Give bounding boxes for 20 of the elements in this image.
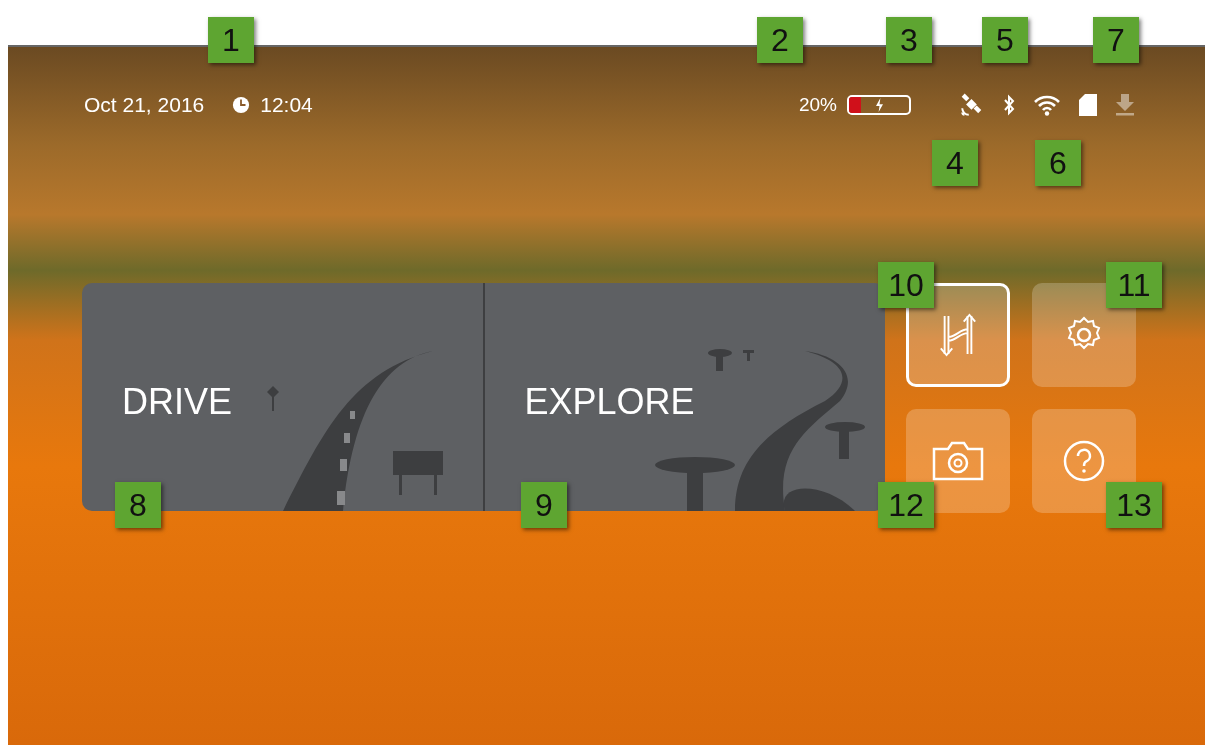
callout-number: 9 [521, 482, 567, 528]
callout-number: 8 [115, 482, 161, 528]
time-text: 12:04 [260, 93, 313, 117]
callout-number: 13 [1106, 482, 1162, 528]
callout-number: 6 [1035, 140, 1081, 186]
callout-number: 2 [757, 17, 803, 63]
camera-icon [932, 441, 984, 481]
help-icon [1062, 439, 1106, 483]
callout-number: 12 [878, 482, 934, 528]
battery-icon [847, 95, 911, 115]
callout-number: 3 [886, 17, 932, 63]
date-text: Oct 21, 2016 [84, 93, 205, 117]
clock-icon [232, 96, 251, 114]
callout-number: 7 [1093, 17, 1139, 63]
callout-number: 1 [208, 17, 254, 63]
callout-number: 4 [932, 140, 978, 186]
callout-number: 11 [1106, 262, 1162, 308]
callout-number: 10 [878, 262, 934, 308]
battery-percent: 20% [798, 94, 837, 116]
callout-number: 5 [982, 17, 1028, 63]
